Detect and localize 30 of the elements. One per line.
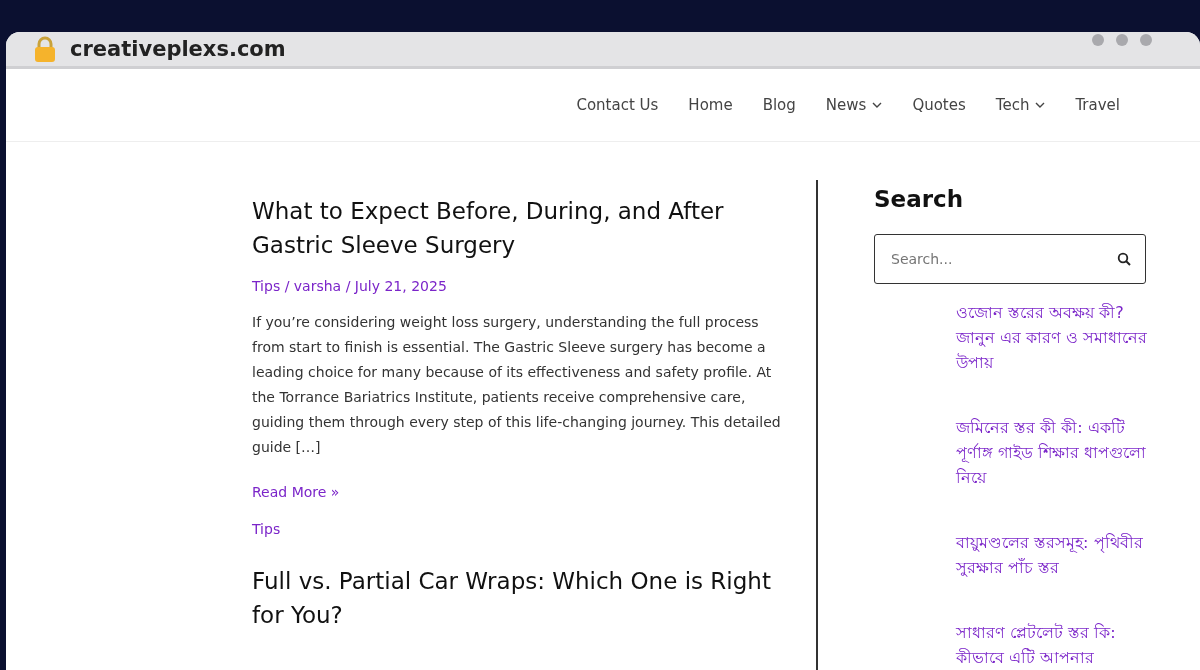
read-more-link[interactable]: Read More » — [252, 484, 340, 500]
search-field[interactable]: Search... — [874, 234, 1146, 284]
post-excerpt: If you’re considering weight loss surgery, understanding the full process from start to finish is essential. The Gastric Sleeve surgery has become a leading choice for many because of its effectiveness and safety profile. At the Torrance Bariatrics Institute, patients receive comprehensive care, guiding them through every step of this life-changing journey. This detailed guide […] — [252, 313, 782, 457]
meta-link[interactable]: July 21, 2025 — [354, 278, 447, 294]
lock-icon — [34, 36, 56, 63]
post-title[interactable]: What to Expect Before, During, and After Gastric Sleeve Surgery — [252, 194, 786, 262]
nav-link[interactable]: Tech — [995, 96, 1046, 115]
sidebar-post-link[interactable]: বায়ুমণ্ডলের স্তরসমূহ: পৃথিবীর সুরক্ষার পাঁচ স্তর — [956, 530, 1154, 580]
nav-link[interactable]: Home — [688, 96, 733, 115]
meta-separator: / — [283, 278, 291, 294]
sidebar-heading: Search — [874, 186, 965, 212]
sidebar-post-link[interactable]: সাধারণ প্লেটলেট স্তর কি: কীভাবে এটি আপনার — [956, 620, 1154, 670]
chevron-down-icon — [872, 102, 883, 109]
window-dot — [1140, 34, 1152, 47]
nav-link[interactable]: Travel — [1075, 96, 1120, 115]
nav-link[interactable]: Quotes — [912, 96, 966, 115]
post-title[interactable]: Full vs. Partial Car Wraps: Which One is Right for You? — [252, 564, 786, 632]
window-dot — [1116, 34, 1128, 47]
nav-link[interactable]: Contact Us — [576, 96, 659, 115]
sidebar-post-link[interactable]: জমিনের স্তর কী কী: একটি পূর্ণাঙ্গ গাইড শিক্ষার ধাপগুলো নিয়ে — [956, 415, 1154, 490]
nav-link[interactable]: Blog — [762, 96, 796, 115]
sidebar-post-link[interactable]: ওজোন স্তরের অবক্ষয় কী? জানুন এর কারণ ও সমাধানের উপায় — [956, 300, 1154, 375]
meta-separator: / — [344, 278, 352, 294]
chevron-down-icon — [1035, 102, 1046, 109]
window-dot — [1092, 34, 1104, 47]
meta-link[interactable]: varsha — [293, 278, 342, 294]
nav-link[interactable]: News — [825, 96, 883, 115]
search-icon[interactable] — [1117, 252, 1131, 266]
meta-link[interactable]: Tips — [252, 278, 281, 294]
category-link[interactable]: Tips — [252, 521, 281, 537]
